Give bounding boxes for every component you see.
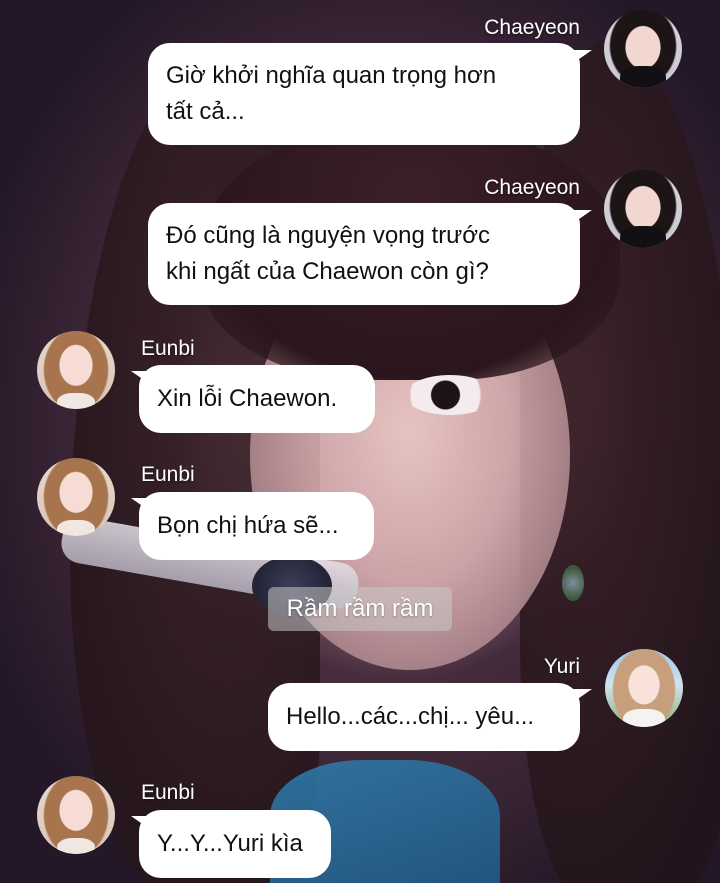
sender-name: Chaeyeon xyxy=(484,16,580,39)
avatar-eunbi[interactable] xyxy=(37,776,115,854)
avatar-chaeyeon[interactable] xyxy=(604,10,682,88)
bubble-tail xyxy=(131,498,151,512)
message-bubble[interactable]: Y...Y...Yuri kìa xyxy=(139,810,331,878)
message-bubble[interactable]: Xin lỗi Chaewon. xyxy=(139,365,375,433)
message-text: Bọn chị hứa sẽ... xyxy=(157,512,339,539)
chat-thread: Chaeyeon Giờ khởi nghĩa quan trọng hơn t… xyxy=(0,0,720,883)
message-bubble[interactable]: Đó cũng là nguyện vọng trước khi ngất củ… xyxy=(148,203,580,305)
bubble-tail xyxy=(572,689,592,703)
message-text: Y...Y...Yuri kìa xyxy=(157,830,303,857)
sender-name: Eunbi xyxy=(141,337,195,360)
avatar-eunbi[interactable] xyxy=(37,331,115,409)
bubble-tail xyxy=(131,371,151,385)
bubble-tail xyxy=(572,210,592,224)
system-message: Rầm rầm rầm xyxy=(268,587,452,631)
message-text: Đó cũng là nguyện vọng trước khi ngất củ… xyxy=(166,222,490,285)
message-text: Hello...các...chị... yêu... xyxy=(286,703,535,730)
message-text: Giờ khởi nghĩa quan trọng hơn tất cả... xyxy=(166,62,497,125)
avatar-yuri[interactable] xyxy=(605,649,683,727)
sender-name: Chaeyeon xyxy=(484,176,580,199)
sender-name: Eunbi xyxy=(141,463,195,486)
avatar-eunbi[interactable] xyxy=(37,458,115,536)
message-text: Xin lỗi Chaewon. xyxy=(157,385,338,412)
avatar-chaeyeon[interactable] xyxy=(604,170,682,248)
message-bubble[interactable]: Bọn chị hứa sẽ... xyxy=(139,492,374,560)
message-bubble[interactable]: Hello...các...chị... yêu... xyxy=(268,683,580,751)
sender-name: Eunbi xyxy=(141,781,195,804)
bubble-tail xyxy=(572,50,592,64)
sender-name: Yuri xyxy=(543,655,580,678)
message-bubble[interactable]: Giờ khởi nghĩa quan trọng hơn tất cả... xyxy=(148,43,580,145)
bubble-tail xyxy=(131,816,151,830)
